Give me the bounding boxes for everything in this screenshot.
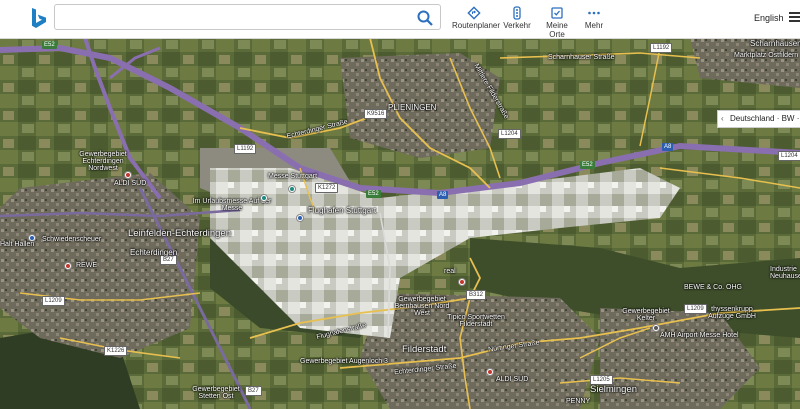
badge-e52-west: E52 (42, 41, 57, 49)
map-canvas[interactable]: E52 E52 E52 A8 A8 K9516 L1192 L1204 L120… (0, 38, 800, 409)
town-leinfelden (0, 173, 200, 358)
badge-l1204-north: L1204 (498, 129, 521, 139)
nav-mehr-label: Mehr (584, 21, 604, 30)
badge-b27-south: B27 (245, 386, 262, 396)
poi-aldi-north-icon[interactable] (124, 171, 132, 179)
label-scharnhauser-str: Scharnhauser Straße (548, 54, 615, 61)
badge-k1226: K1226 (104, 346, 128, 356)
label-thyssen: thyssenkrupp Aufzüge GmbH (708, 306, 756, 320)
bing-logo-icon[interactable] (26, 6, 52, 32)
label-penny: PENNY (566, 398, 591, 405)
poi-messe-icon[interactable] (288, 185, 296, 193)
nav-verkehr-label: Verkehr (503, 21, 531, 30)
badge-l1204-east: L1204 (778, 151, 800, 161)
search-box[interactable] (54, 4, 441, 30)
hamburger-menu-icon[interactable] (789, 10, 800, 24)
label-flughafen: Flughafen Stuttgart (308, 206, 377, 215)
language-switch[interactable]: English (754, 13, 784, 23)
poi-aldi-south-icon[interactable] (486, 368, 494, 376)
label-echterdingen: Echterdingen (130, 248, 178, 257)
badge-k1272: K1272 (315, 183, 339, 193)
poi-rewe-icon[interactable] (64, 262, 72, 270)
label-industrie: Industrie Neuhause (770, 266, 800, 280)
label-aldi-south: ALDI SÜD (496, 376, 529, 383)
label-bewe: BEWE & Co. OHG (684, 284, 742, 291)
badge-l1192: L1192 (650, 43, 673, 53)
nav-meine-orte-button[interactable]: Meine Orte (538, 6, 576, 39)
label-gewerbe-kelter: Gewerbegebiet Kelter (622, 308, 670, 322)
nav-routenplaner-button[interactable]: Routenplaner (452, 6, 500, 34)
label-filderstadt: Filderstadt (402, 344, 447, 355)
bookmark-check-icon (551, 7, 563, 19)
chevron-left-icon: ‹ (721, 114, 724, 123)
top-bar: Routenplaner Verkehr Meine Orte Mehr Eng… (0, 0, 800, 39)
label-plieningen: PLIENINGEN (388, 103, 437, 112)
nav-meine-orte-label: Meine Orte (546, 21, 568, 39)
nav-routenplaner-label: Routenplaner (452, 21, 501, 30)
label-amh: AMH Airport Messe Hotel (660, 332, 739, 339)
badge-e52-mid: E52 (366, 190, 381, 198)
nav-mehr-button[interactable]: Mehr (582, 6, 606, 34)
label-tipico: Tipico Sportwetten Filderstadt (447, 314, 505, 328)
label-scharnhausen: Scharnhausen (750, 39, 800, 48)
label-schwiedenscheuer: Schwiedenscheuer (42, 236, 102, 243)
label-messe: Messe Stuttgart (268, 173, 318, 180)
badge-b312: B312 (466, 290, 487, 300)
label-rewe: REWE (76, 262, 97, 269)
badge-l1192-airport: L1192 (234, 144, 257, 154)
label-gewerbe-stetten: Gewerbegebiet Stetten Ost (192, 386, 240, 400)
poi-urlaub-icon[interactable] (260, 194, 268, 202)
search-input[interactable] (63, 8, 407, 28)
label-real: real (444, 268, 456, 275)
label-gewerbe-bernhausen: Gewerbegebiet Bernhausen Nord West (394, 296, 450, 317)
label-gewerbe-nordwest: Gewerbegebiet Echterdingen Nordwest (79, 151, 127, 172)
badge-l1208: L1209 (42, 296, 65, 306)
badge-e52-east: E52 (580, 161, 595, 169)
label-leinfelden: Leinfelden-Echterdingen (128, 228, 231, 239)
label-halt: Halt Hallen (0, 241, 35, 248)
location-chip[interactable]: ‹ Deutschland · BW · (717, 110, 800, 128)
more-dots-icon (588, 11, 600, 15)
airport-icon[interactable] (296, 214, 304, 222)
search-icon[interactable] (416, 9, 434, 27)
location-chip-label: Deutschland · BW · (730, 114, 800, 123)
label-marktplatz: Marktplatz Ostfildern (734, 52, 799, 59)
label-sielmingen: Sielmingen (590, 384, 637, 395)
label-gewerbe-augenloch: Gewerbegebiet Augenloch 3 (300, 358, 388, 365)
badge-k9516: K9516 (364, 109, 388, 119)
nav-verkehr-button[interactable]: Verkehr (502, 6, 532, 34)
poi-kelter-icon[interactable] (652, 324, 660, 332)
poi-real-icon[interactable] (458, 278, 466, 286)
label-aldi-north: ALDI SÜD (114, 180, 147, 187)
traffic-light-icon (513, 6, 521, 20)
route-diamond-icon (467, 6, 481, 20)
badge-a8-east: A8 (662, 143, 674, 151)
badge-a8-mid: A8 (437, 191, 449, 199)
